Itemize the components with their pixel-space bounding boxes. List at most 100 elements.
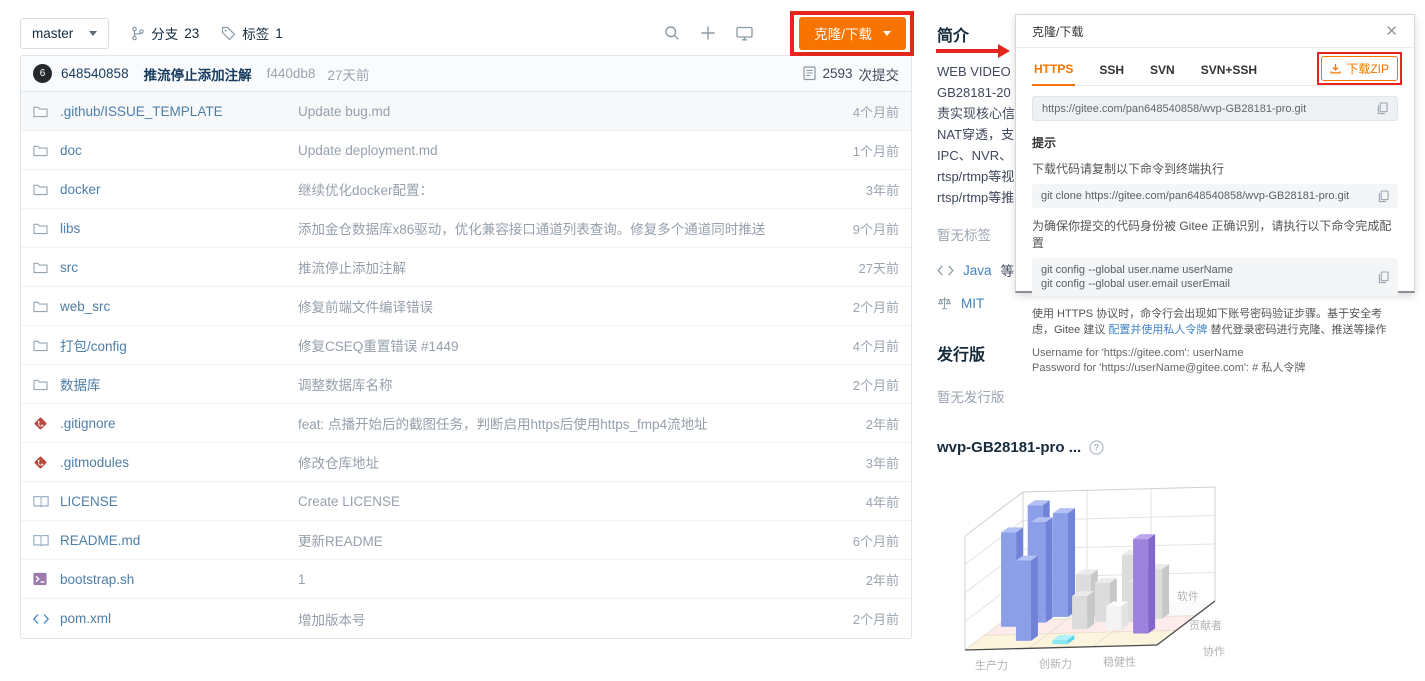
table-row[interactable]: docker继续优化docker配置：3年前 [21, 170, 911, 209]
file-commit-message-link[interactable]: 更新README [298, 530, 807, 550]
file-commit-message-link[interactable]: 添加金仓数据库x86驱动，优化兼容接口通道列表查询。修复多个通道同时推送 [298, 218, 807, 238]
clone-url-value: https://gitee.com/pan648540858/wvp-GB281… [1042, 103, 1306, 115]
file-commit-message-link[interactable]: 1 [298, 572, 807, 587]
file-name-link[interactable]: src [60, 260, 298, 275]
svg-text:贡献者: 贡献者 [1189, 618, 1222, 632]
file-name-link[interactable]: 打包/config [60, 335, 298, 355]
file-commit-message-link[interactable]: Create LICENSE [298, 494, 807, 509]
file-name-link[interactable]: web_src [60, 299, 298, 314]
close-icon[interactable]: ✕ [1385, 24, 1398, 39]
tags-link[interactable]: 标签 1 [221, 23, 283, 43]
file-name-link[interactable]: .github/ISSUE_TEMPLATE [60, 104, 298, 119]
file-name-link[interactable]: .gitignore [60, 416, 298, 431]
commit-author-link[interactable]: 648540858 [61, 66, 129, 81]
latest-commit-bar: 6 648540858 推流停止添加注解 f440db8 27天前 2593 次… [21, 56, 911, 92]
file-commit-time: 2个月前 [807, 609, 899, 628]
copy-icon[interactable] [1377, 102, 1388, 115]
clone-url-field[interactable]: https://gitee.com/pan648540858/wvp-GB281… [1032, 96, 1398, 121]
help-icon[interactable]: ? [1089, 440, 1104, 455]
commits-count-link[interactable]: 2593 次提交 [803, 64, 899, 84]
file-tree-panel: 6 648540858 推流停止添加注解 f440db8 27天前 2593 次… [20, 55, 912, 639]
copy-icon[interactable] [1378, 190, 1389, 203]
branch-selector[interactable]: master [20, 18, 109, 49]
commit-hash: f440db8 [267, 66, 316, 81]
file-commit-message-link[interactable]: 调整数据库名称 [298, 374, 807, 394]
tab-svn[interactable]: SVN [1148, 57, 1177, 85]
branch-bar: master 分支 23 标签 1 克隆/下载 [20, 15, 912, 51]
code-language-icon [937, 265, 954, 276]
tip-line-1: 下载代码请复制以下命令到终端执行 [1032, 160, 1398, 177]
table-row[interactable]: README.md更新README6个月前 [21, 521, 911, 560]
table-row[interactable]: LICENSECreate LICENSE4年前 [21, 482, 911, 521]
file-name-link[interactable]: libs [60, 221, 298, 236]
file-commit-time: 3年前 [807, 453, 899, 472]
file-name-link[interactable]: .gitmodules [60, 455, 298, 470]
avatar[interactable]: 6 [33, 64, 52, 83]
tip-line-2: 为确保你提交的代码身份被 Gitee 正确识别，请执行以下命令完成配置 [1032, 217, 1398, 251]
folder-icon [33, 222, 60, 235]
commits-count: 2593 [822, 66, 852, 81]
file-name-link[interactable]: README.md [60, 533, 298, 548]
table-row[interactable]: .gitmodules修改仓库地址3年前 [21, 443, 911, 482]
download-zip-button[interactable]: 下载ZIP [1321, 56, 1398, 81]
file-name-link[interactable]: LICENSE [60, 494, 298, 509]
table-row[interactable]: .gitignorefeat: 点播开始后的截图任务，判断启用https后使用h… [21, 404, 911, 443]
file-commit-message-link[interactable]: feat: 点播开始后的截图任务，判断启用https后使用https_fmp4流… [298, 413, 807, 433]
password-line: Password for 'https://userName@gitee.com… [1032, 361, 1398, 376]
https-note: 使用 HTTPS 协议时，命令行会出现如下账号密码验证步骤。基于安全考虑，Git… [1032, 306, 1398, 338]
license-link[interactable]: MIT [961, 296, 984, 311]
table-row[interactable]: src推流停止添加注解27天前 [21, 248, 911, 287]
file-commit-message-link[interactable]: 修改仓库地址 [298, 452, 807, 472]
table-row[interactable]: 打包/config修复CSEQ重置错误 #14494个月前 [21, 326, 911, 365]
tab-https[interactable]: HTTPS [1032, 56, 1075, 86]
file-commit-time: 6个月前 [807, 531, 899, 550]
table-row[interactable]: 数据库调整数据库名称2个月前 [21, 365, 911, 404]
copy-icon[interactable] [1378, 271, 1389, 284]
file-commit-message-link[interactable]: Update deployment.md [298, 143, 807, 158]
file-commit-message-link[interactable]: 推流停止添加注解 [298, 257, 807, 277]
plus-icon[interactable] [700, 25, 716, 41]
file-name-link[interactable]: docker [60, 182, 298, 197]
git-icon [33, 455, 60, 470]
file-name-link[interactable]: pom.xml [60, 611, 298, 626]
branch-icon [131, 26, 145, 41]
svg-text:?: ? [1094, 443, 1099, 453]
commits-icon [803, 66, 816, 81]
language-suffix: 等 [1001, 260, 1015, 280]
language-link[interactable]: Java [963, 263, 992, 278]
git-clone-command: git clone https://gitee.com/pan648540858… [1041, 189, 1349, 203]
file-name-link[interactable]: bootstrap.sh [60, 572, 298, 587]
monitor-icon[interactable] [736, 26, 753, 41]
file-commit-time: 3年前 [807, 180, 899, 199]
table-row[interactable]: .github/ISSUE_TEMPLATEUpdate bug.md4个月前 [21, 92, 911, 131]
commit-message-link[interactable]: 推流停止添加注解 [144, 64, 252, 84]
table-row[interactable]: docUpdate deployment.md1个月前 [21, 131, 911, 170]
file-commit-message-link[interactable]: 修复前端文件编译错误 [298, 296, 807, 316]
tags-count: 1 [275, 26, 283, 41]
branches-link[interactable]: 分支 23 [131, 23, 199, 43]
commit-time: 27天前 [327, 64, 369, 84]
file-commit-message-link[interactable]: 增加版本号 [298, 609, 807, 629]
zip-button-wrap: 下载ZIP [1321, 56, 1398, 81]
file-commit-time: 4年前 [807, 492, 899, 511]
search-icon[interactable] [664, 25, 680, 41]
file-commit-message-link[interactable]: Update bug.md [298, 104, 807, 119]
file-commit-message-link[interactable]: 继续优化docker配置： [298, 179, 807, 199]
no-releases-text: 暂无发行版 [937, 386, 1415, 406]
personal-token-link[interactable]: 配置并使用私人令牌 [1108, 324, 1207, 336]
table-row[interactable]: pom.xml增加版本号2个月前 [21, 599, 911, 638]
clone-download-button[interactable]: 克隆/下载 [799, 17, 906, 50]
svg-text:软件: 软件 [1177, 589, 1199, 603]
table-row[interactable]: bootstrap.sh12年前 [21, 560, 911, 599]
table-row[interactable]: web_src修复前端文件编译错误2个月前 [21, 287, 911, 326]
table-row[interactable]: libs添加金仓数据库x86驱动，优化兼容接口通道列表查询。修复多个通道同时推送… [21, 209, 911, 248]
file-name-link[interactable]: doc [60, 143, 298, 158]
book-icon [33, 534, 60, 547]
folder-icon [33, 300, 60, 313]
metrics-title: wvp-GB28181-pro ... [937, 439, 1081, 456]
file-name-link[interactable]: 数据库 [60, 374, 298, 394]
tab-svn-ssh[interactable]: SVN+SSH [1199, 57, 1259, 85]
file-commit-message-link[interactable]: 修复CSEQ重置错误 #1449 [298, 335, 807, 355]
tab-ssh[interactable]: SSH [1097, 57, 1126, 85]
branches-label: 分支 [151, 23, 178, 43]
